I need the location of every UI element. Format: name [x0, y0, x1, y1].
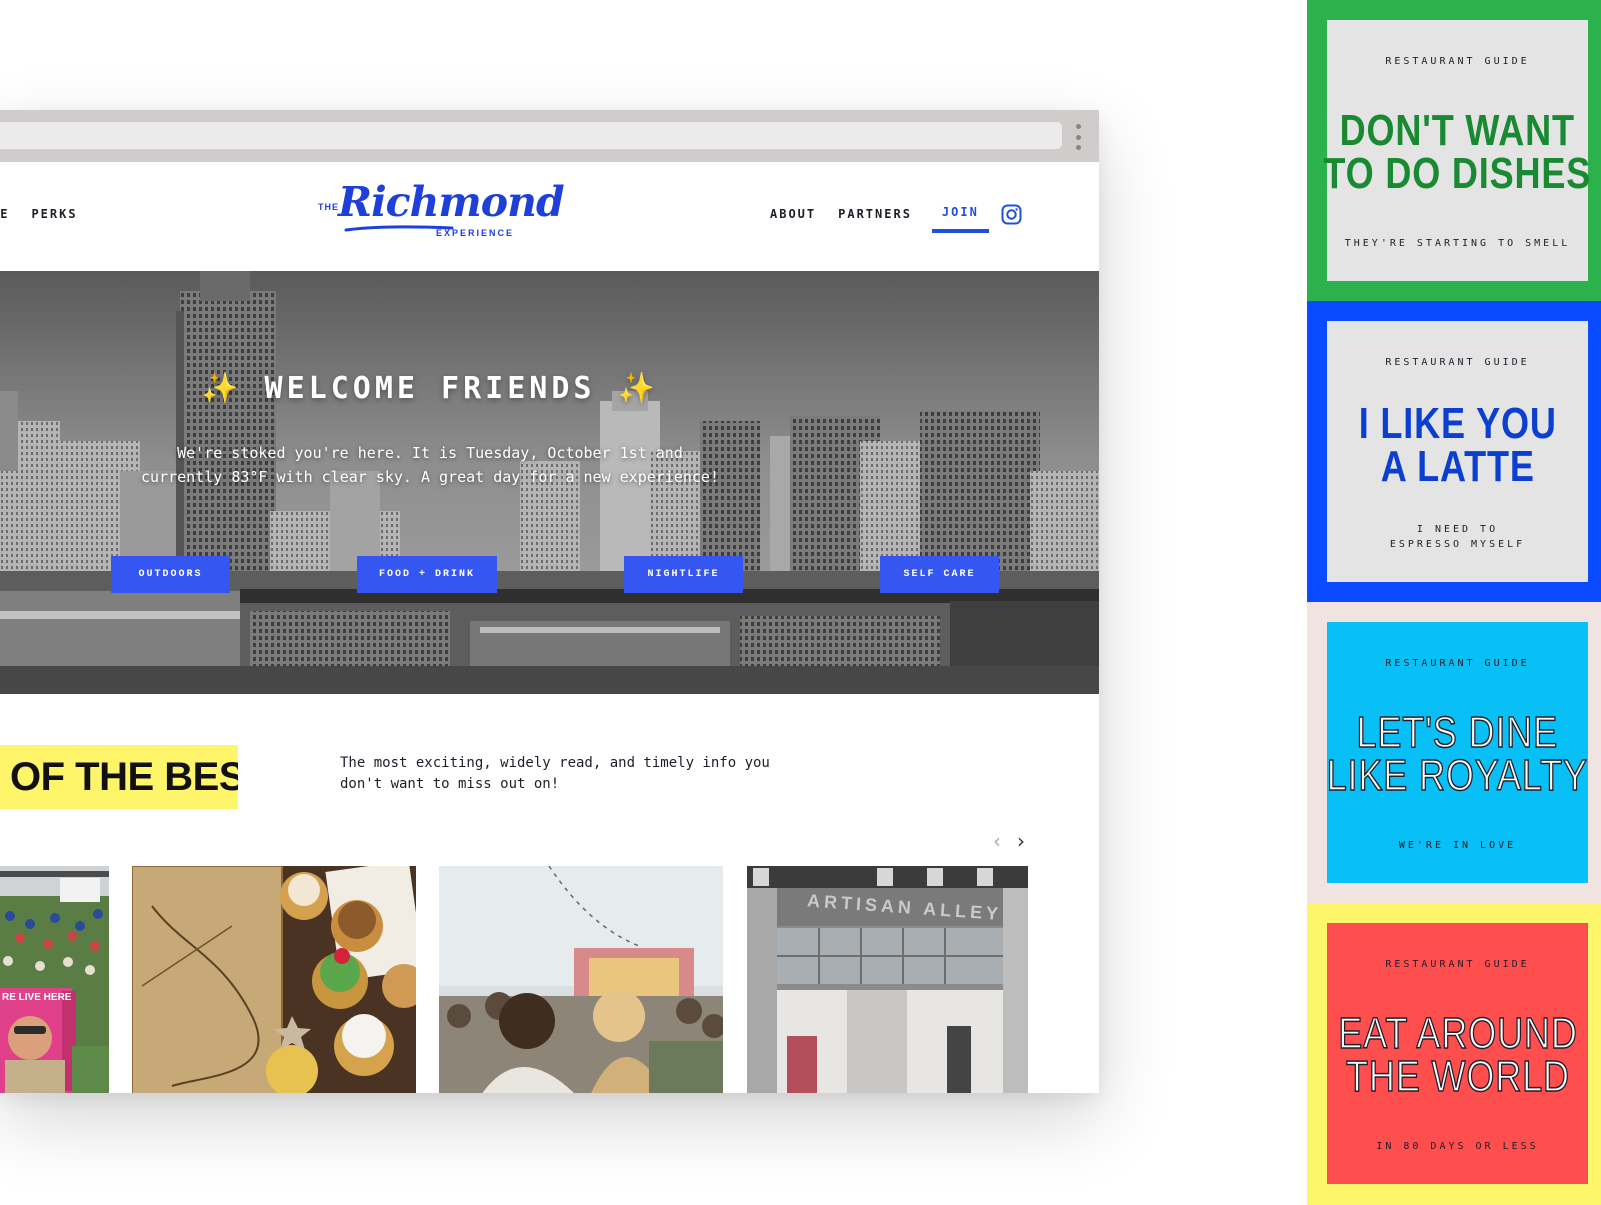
tile-title-line: A LATTE	[1380, 442, 1535, 491]
card-artisan-alley[interactable]: ARTISAN ALLEY	[747, 866, 1028, 1093]
guide-tile-inner: RESTAURANT GUIDE DON'T WANT TO DO DISHES…	[1324, 20, 1591, 281]
guide-tile-dishes[interactable]: RESTAURANT GUIDE DON'T WANT TO DO DISHES…	[1307, 0, 1601, 302]
hero-title-text: WELCOME FRIENDS	[264, 371, 596, 406]
nav-link-about[interactable]: ABOUT	[770, 207, 816, 221]
instagram-icon[interactable]	[1001, 204, 1022, 225]
guide-tile-world[interactable]: RESTAURANT GUIDE EAT AROUND THE WORLD IN…	[1307, 903, 1601, 1205]
tile-title: EAT AROUND THE WORLD	[1337, 1008, 1578, 1101]
carousel-prev-icon[interactable]: ‹	[990, 831, 1004, 851]
guide-tile-inner: RESTAURANT GUIDE LET'S DINE LIKE ROYALTY…	[1326, 622, 1589, 883]
guide-tile-inner: RESTAURANT GUIDE EAT AROUND THE WORLD IN…	[1327, 923, 1588, 1184]
tile-kicker: RESTAURANT GUIDE	[1385, 56, 1530, 67]
storefront-image: ARTISAN ALLEY	[747, 866, 1028, 1093]
browser-window: RE PERKS THE Richmond EXPERIENCE ABOUT P…	[0, 110, 1099, 1093]
nav-link-partial[interactable]: RE	[0, 207, 9, 221]
cupcakes-image	[132, 866, 416, 1093]
guide-tile-latte[interactable]: RESTAURANT GUIDE I LIKE YOU A LATTE I NE…	[1307, 301, 1601, 603]
browser-toolbar	[0, 110, 1099, 162]
nav-right: ABOUT PARTNERS JOIN	[770, 205, 989, 233]
tile-title-line: DON'T WANT	[1339, 105, 1576, 155]
tile-title-line: LIKE ROYALTY	[1326, 750, 1589, 800]
tile-kicker: RESTAURANT GUIDE	[1385, 658, 1530, 669]
browser-menu-icon[interactable]	[1074, 124, 1082, 150]
nav-link-partners[interactable]: PARTNERS	[838, 207, 912, 221]
logo-wordmark: Richmond	[338, 178, 565, 226]
site-logo[interactable]: THE Richmond EXPERIENCE	[318, 178, 565, 242]
tile-title-line: THE WORLD	[1345, 1051, 1570, 1101]
sparkle-icon: ✨	[617, 371, 659, 406]
tile-subtitle-line: I NEED TO	[1416, 524, 1499, 535]
tile-title: LET'S DINE LIKE ROYALTY	[1326, 707, 1589, 800]
nav-left: RE PERKS	[0, 207, 78, 221]
logo-subtitle: EXPERIENCE	[436, 228, 515, 238]
tile-kicker: RESTAURANT GUIDE	[1385, 357, 1530, 368]
tile-subtitle-line: WE'RE IN LOVE	[1398, 840, 1517, 851]
hero-welcome-text: We're stoked you're here. It is Tuesday,…	[141, 444, 719, 486]
tile-subtitle: I NEED TO ESPRESSO MYSELF	[1390, 522, 1525, 552]
tile-subtitle: WE'RE IN LOVE	[1399, 838, 1516, 853]
logo-the: THE	[318, 202, 339, 212]
tile-title: DON'T WANT TO DO DISHES	[1323, 105, 1592, 198]
tile-kicker: RESTAURANT GUIDE	[1385, 959, 1530, 970]
address-bar[interactable]	[0, 122, 1062, 149]
carousel-next-icon[interactable]: ›	[1014, 831, 1028, 851]
hero-banner: ✨ WELCOME FRIENDS ✨ We're stoked you're …	[0, 271, 1099, 694]
tile-title-line: I LIKE YOU	[1358, 399, 1557, 448]
best-of-description: The most exciting, widely read, and time…	[340, 755, 770, 792]
tile-subtitle-line: ESPRESSO MYSELF	[1389, 539, 1526, 550]
outdoors-button[interactable]: OUTDOORS	[111, 556, 230, 593]
self-care-button[interactable]: SELF CARE	[880, 556, 999, 593]
tile-subtitle-line: THEY'RE STARTING TO SMELL	[1344, 238, 1571, 249]
tile-title-line: EAT AROUND	[1337, 1008, 1578, 1058]
card-festival-crowd[interactable]: RE LIVE HERE	[0, 866, 109, 1093]
tile-subtitle: THEY'RE STARTING TO SMELL	[1345, 236, 1571, 251]
card-concert[interactable]	[439, 866, 723, 1093]
festival-crowd-image: RE LIVE HERE	[0, 866, 109, 1093]
concert-crowd-image	[439, 866, 723, 1093]
tile-title-line: LET'S DINE	[1356, 707, 1559, 757]
nav-link-join[interactable]: JOIN	[931, 205, 989, 233]
card-food-table[interactable]	[132, 866, 416, 1093]
site-header: RE PERKS THE Richmond EXPERIENCE ABOUT P…	[0, 162, 1099, 271]
sparkle-icon: ✨	[201, 371, 243, 406]
card-sign-text: RE LIVE HERE	[2, 992, 72, 1003]
food-drink-button[interactable]: FOOD + DRINK	[357, 556, 497, 593]
nightlife-button[interactable]: NIGHTLIFE	[624, 556, 743, 593]
tile-subtitle: IN 80 DAYS OR LESS	[1376, 1139, 1538, 1154]
best-of-heading: OF THE BEST	[0, 745, 238, 809]
guide-tile-inner: RESTAURANT GUIDE I LIKE YOU A LATTE I NE…	[1327, 321, 1588, 582]
tile-title: I LIKE YOU A LATTE	[1358, 399, 1557, 491]
hero-title: ✨ WELCOME FRIENDS ✨	[0, 371, 860, 406]
nav-link-perks[interactable]: PERKS	[31, 207, 77, 221]
tile-subtitle-line: IN 80 DAYS OR LESS	[1376, 1141, 1539, 1152]
guide-tile-royalty[interactable]: RESTAURANT GUIDE LET'S DINE LIKE ROYALTY…	[1307, 602, 1601, 904]
tile-title-line: TO DO DISHES	[1323, 148, 1592, 198]
